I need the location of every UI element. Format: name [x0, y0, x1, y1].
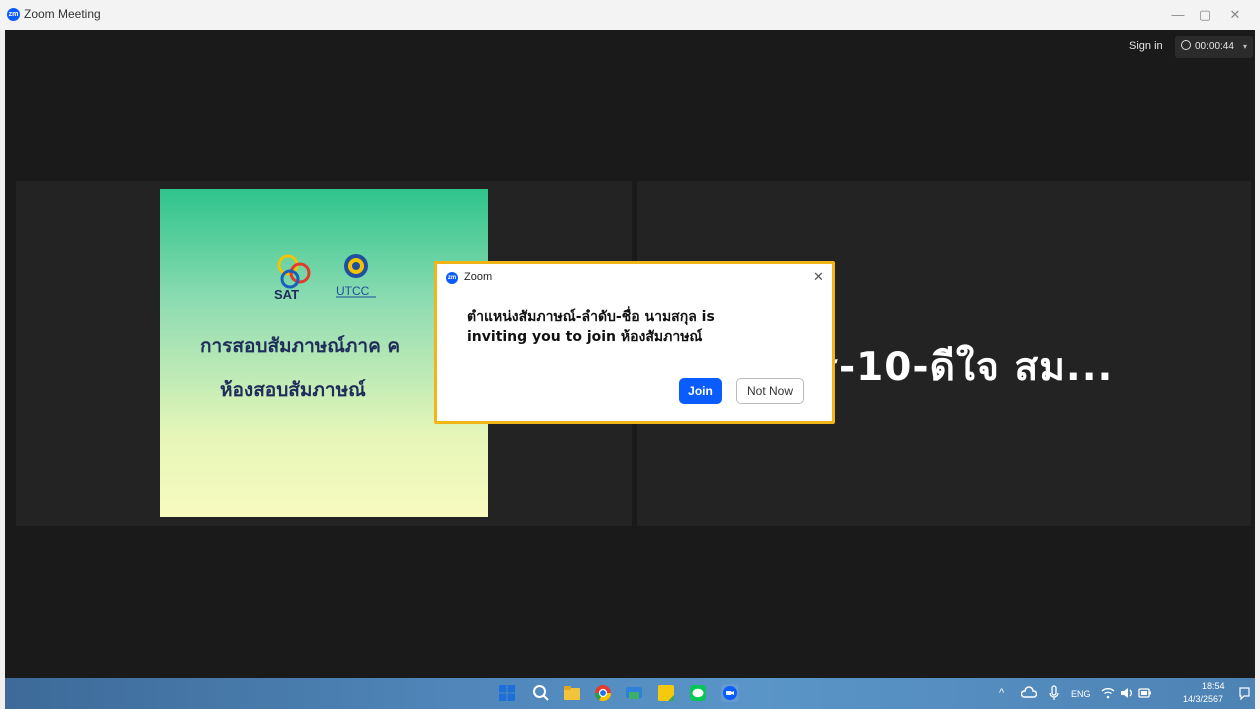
minimize-button[interactable]: —	[1165, 3, 1191, 27]
chevron-down-icon: ▾	[1242, 42, 1247, 51]
file-explorer-icon[interactable]	[563, 684, 581, 702]
join-button[interactable]: Join	[679, 378, 722, 404]
chrome-icon[interactable]	[594, 684, 612, 702]
utcc-label: UTCC	[336, 284, 370, 298]
timer-value: 00:00:44	[1195, 41, 1234, 52]
onedrive-sync-icon[interactable]	[1021, 685, 1037, 701]
invite-message-line-1: ตำแหน่งสัมภาษณ์-ลำดับ-ชื่อ นามสกุล is	[467, 309, 715, 325]
speaker-icon[interactable]	[1120, 686, 1134, 700]
language-indicator[interactable]: ENG	[1071, 689, 1091, 699]
tray-expand-icon[interactable]: ^	[999, 687, 1004, 699]
sat-logo-icon: SAT	[274, 254, 311, 302]
microphone-icon[interactable]	[1048, 685, 1060, 701]
line-icon[interactable]	[689, 684, 707, 702]
invite-dialog: zm Zoom ✕ ตำแหน่งสัมภาษณ์-ลำดับ-ชื่อ นาม…	[434, 261, 835, 424]
clock-icon	[1181, 40, 1191, 50]
invite-message-line-2: inviting you to join ห้องสัมภาษณ์	[467, 329, 703, 345]
participant-name: ร-10-ดีใจ สม...	[817, 345, 1114, 390]
meeting-timer[interactable]: 00:00:44 ▾	[1175, 36, 1253, 58]
window-title-bar: zm Zoom Meeting — ▢ ✕	[0, 0, 1260, 31]
invite-message: ตำแหน่งสัมภาษณ์-ลำดับ-ชื่อ นามสกุล is in…	[467, 307, 797, 347]
search-icon[interactable]	[532, 684, 550, 702]
clock-date[interactable]: 14/3/2567	[1183, 694, 1223, 704]
maximize-button[interactable]: ▢	[1192, 3, 1218, 27]
slide-title: การสอบสัมภาษณ์ภาค ค	[200, 335, 401, 357]
dialog-close-button[interactable]: ✕	[813, 269, 824, 285]
window-right-edge	[1255, 30, 1260, 709]
zoom-logo-icon: zm	[446, 272, 458, 284]
utcc-logo-icon: UTCC	[336, 254, 376, 298]
notification-icon[interactable]	[1238, 686, 1251, 700]
zoom-taskbar-icon[interactable]	[721, 684, 739, 702]
window-title: Zoom Meeting	[24, 7, 101, 21]
clock-time[interactable]: 18:54	[1202, 681, 1225, 691]
dialog-title: Zoom	[464, 271, 493, 283]
close-window-button[interactable]: ✕	[1222, 3, 1248, 27]
remote-desktop-icon[interactable]	[625, 684, 643, 702]
zoom-logo-icon: zm	[7, 8, 20, 21]
sign-in-link[interactable]: Sign in	[1129, 40, 1163, 52]
windows-start-icon[interactable]	[498, 684, 516, 702]
taskbar: ^ ENG 18:54 14/3/2567	[5, 678, 1255, 709]
sticky-notes-icon[interactable]	[657, 684, 675, 702]
wifi-icon[interactable]	[1101, 686, 1115, 700]
slide-room-label: ห้องสอบสัมภาษณ์	[220, 379, 366, 401]
sat-label: SAT	[274, 287, 299, 302]
not-now-button[interactable]: Not Now	[736, 378, 804, 404]
battery-icon[interactable]	[1138, 687, 1152, 699]
